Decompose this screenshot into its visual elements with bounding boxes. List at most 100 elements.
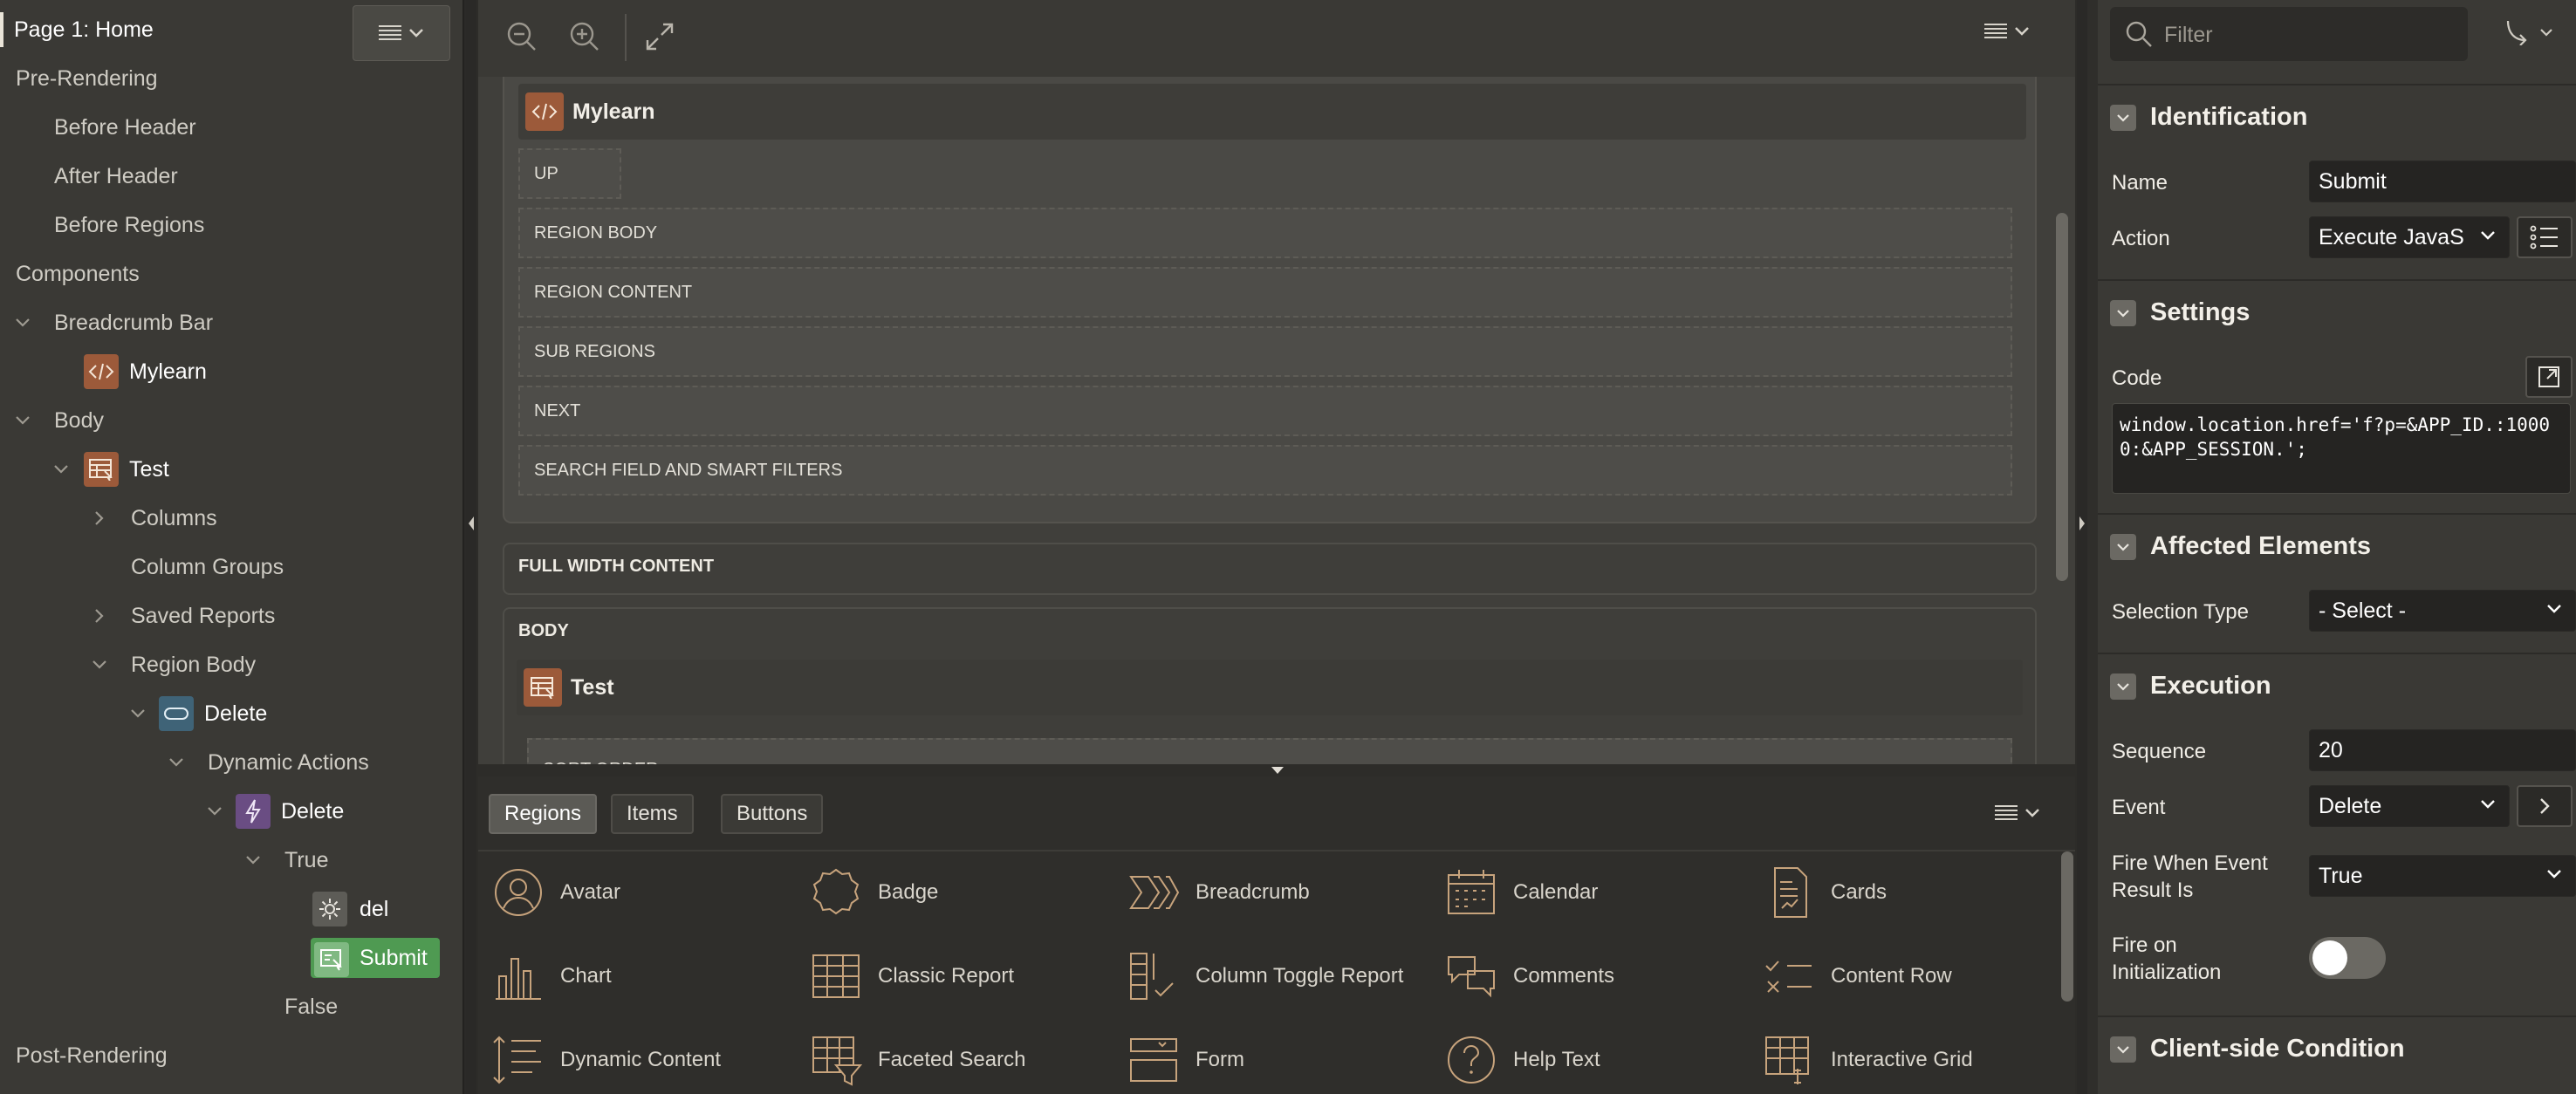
chevron-down-icon: [2540, 29, 2552, 37]
tree-node-columns[interactable]: Columns: [0, 494, 462, 543]
chevron-down-icon[interactable]: [166, 752, 187, 773]
tree-node-components[interactable]: Components: [0, 250, 462, 298]
tree-node-delete-button[interactable]: Delete: [0, 689, 462, 738]
go-to-group-button[interactable]: [2506, 19, 2553, 45]
region-title: Mylearn: [572, 99, 655, 124]
slot-next[interactable]: NEXT: [518, 386, 2012, 436]
gallery-item-classic-report[interactable]: Classic Report: [810, 946, 1014, 1007]
tree-node-label: del: [360, 896, 389, 921]
section-client-side-condition[interactable]: Client-side Condition: [2098, 1015, 2576, 1078]
code-editor[interactable]: window.location.href='f?p=&APP_ID.:10000…: [2112, 403, 2571, 494]
tree-node-breadcrumb-bar[interactable]: Breadcrumb Bar: [0, 298, 462, 347]
region-test[interactable]: Test: [517, 660, 2023, 715]
action-select[interactable]: Execute JavaScript Code: [2309, 216, 2510, 258]
chevron-down-icon[interactable]: [204, 801, 225, 822]
selection-type-label: Selection Type: [2112, 600, 2249, 624]
canvas-scrollbar[interactable]: [2056, 213, 2068, 581]
gallery-item-calendar[interactable]: Calendar: [1445, 862, 1598, 923]
zoom-in-icon[interactable]: [567, 19, 602, 54]
chevron-down-icon[interactable]: [127, 703, 148, 724]
slot-sort-order[interactable]: SORT ORDER: [527, 738, 2012, 764]
section-settings[interactable]: Settings: [2098, 279, 2576, 342]
left-splitter[interactable]: [466, 0, 476, 1094]
tree-node-submit[interactable]: Submit: [0, 933, 462, 982]
section-execution[interactable]: Execution: [2098, 653, 2576, 715]
gallery-item-column-toggle-report[interactable]: Column Toggle Report: [1127, 946, 1403, 1007]
chevron-down-icon[interactable]: [12, 410, 33, 431]
gallery-item-breadcrumb[interactable]: Breadcrumb: [1127, 862, 1310, 923]
tree-node-dynamic-actions[interactable]: Dynamic Actions: [0, 738, 462, 787]
region-mylearn[interactable]: Mylearn: [518, 84, 2026, 140]
name-field[interactable]: Submit: [2309, 161, 2576, 202]
fire-when-select[interactable]: True: [2309, 855, 2576, 897]
breadcrumb-icon: [1129, 876, 1180, 909]
collapse-gallery-arrow-icon[interactable]: [1269, 764, 1286, 776]
page-title[interactable]: Page 1: Home: [14, 17, 154, 43]
tree-node-column-groups[interactable]: Column Groups: [0, 543, 462, 591]
property-editor: Filter Identification Name Submit Action…: [2087, 0, 2576, 1094]
tree-node-test[interactable]: Test: [0, 445, 462, 494]
gallery-item-avatar[interactable]: Avatar: [492, 862, 620, 923]
gallery-item-faceted-search[interactable]: Faceted Search: [810, 1029, 1025, 1091]
right-splitter[interactable]: [2077, 0, 2087, 1094]
open-code-editor-button[interactable]: [2525, 356, 2573, 398]
gallery-menu-button[interactable]: [1995, 804, 2040, 822]
list-icon-button[interactable]: [2517, 216, 2573, 258]
gallery-item-badge[interactable]: Badge: [810, 862, 938, 923]
tree-node-false[interactable]: False: [0, 982, 462, 1031]
slot-region-content[interactable]: REGION CONTENT: [518, 267, 2012, 318]
slot-region-body[interactable]: REGION BODY: [518, 208, 2012, 258]
gallery-item-comments[interactable]: Comments: [1445, 946, 1614, 1007]
chevron-down-icon: [2025, 809, 2039, 817]
gallery-item-cards[interactable]: Cards: [1763, 862, 1887, 923]
filter-input[interactable]: Filter: [2110, 7, 2468, 61]
tree-node-body[interactable]: Body: [0, 396, 462, 445]
go-to-event-button[interactable]: [2517, 785, 2573, 827]
tab-items[interactable]: Items: [611, 794, 694, 834]
collapse-left-arrow-icon[interactable]: [466, 513, 476, 534]
tree-menu-button[interactable]: [353, 5, 450, 61]
sequence-field[interactable]: 20: [2309, 729, 2576, 771]
gallery-scrollbar[interactable]: [2061, 851, 2073, 1002]
selection-type-select[interactable]: - Select -: [2309, 590, 2576, 632]
slot-up[interactable]: UP: [518, 148, 621, 199]
tab-regions[interactable]: Regions: [489, 794, 598, 834]
tree-node-label: Columns: [131, 505, 217, 530]
tree-node-true[interactable]: True: [0, 836, 462, 885]
gallery-item-form[interactable]: Form: [1127, 1029, 1244, 1091]
section-identification[interactable]: Identification: [2098, 84, 2576, 147]
tree-node-mylearn[interactable]: Mylearn: [0, 347, 462, 396]
tree-node-pre-rendering[interactable]: Pre-Rendering: [0, 54, 462, 103]
gallery-item-chart[interactable]: Chart: [492, 946, 612, 1007]
collapse-right-arrow-icon[interactable]: [2077, 513, 2087, 534]
gallery-item-content-row[interactable]: Content Row: [1763, 946, 1952, 1007]
gallery-item-dynamic-content[interactable]: Dynamic Content: [492, 1029, 721, 1091]
tree-node-delete-action[interactable]: Delete: [0, 787, 462, 836]
zoom-out-icon[interactable]: [504, 19, 539, 54]
chevron-down-icon[interactable]: [12, 312, 33, 333]
full-width-content-position[interactable]: FULL WIDTH CONTENT: [503, 543, 2037, 595]
tree-node-saved-reports[interactable]: Saved Reports: [0, 591, 462, 640]
section-affected-elements[interactable]: Affected Elements: [2098, 513, 2576, 576]
tree-node-region-body[interactable]: Region Body: [0, 640, 462, 689]
tree-node-before-regions[interactable]: Before Regions: [0, 201, 462, 250]
tree-node-before-header[interactable]: Before Header: [0, 103, 462, 152]
badge-icon: [812, 868, 860, 915]
chevron-down-icon[interactable]: [89, 654, 110, 675]
tree-node-after-header[interactable]: After Header: [0, 152, 462, 201]
tab-buttons[interactable]: Buttons: [721, 794, 824, 834]
layout-menu-button[interactable]: [1984, 23, 2030, 40]
gallery-item-help-text[interactable]: Help Text: [1445, 1029, 1600, 1091]
chevron-right-icon[interactable]: [89, 508, 110, 529]
gallery-item-interactive-grid[interactable]: Interactive Grid: [1763, 1029, 1973, 1091]
fire-on-init-toggle[interactable]: [2309, 937, 2386, 979]
chevron-down-icon[interactable]: [51, 459, 72, 480]
chevron-right-icon[interactable]: [89, 605, 110, 626]
tree-node-del[interactable]: del: [0, 885, 462, 933]
expand-icon[interactable]: [642, 19, 677, 54]
tree-node-post-rendering[interactable]: Post-Rendering: [0, 1031, 462, 1080]
event-select[interactable]: Delete: [2309, 785, 2510, 827]
slot-search-field[interactable]: SEARCH FIELD AND SMART FILTERS: [518, 445, 2012, 496]
chevron-down-icon[interactable]: [243, 850, 264, 871]
slot-sub-regions[interactable]: SUB REGIONS: [518, 326, 2012, 377]
